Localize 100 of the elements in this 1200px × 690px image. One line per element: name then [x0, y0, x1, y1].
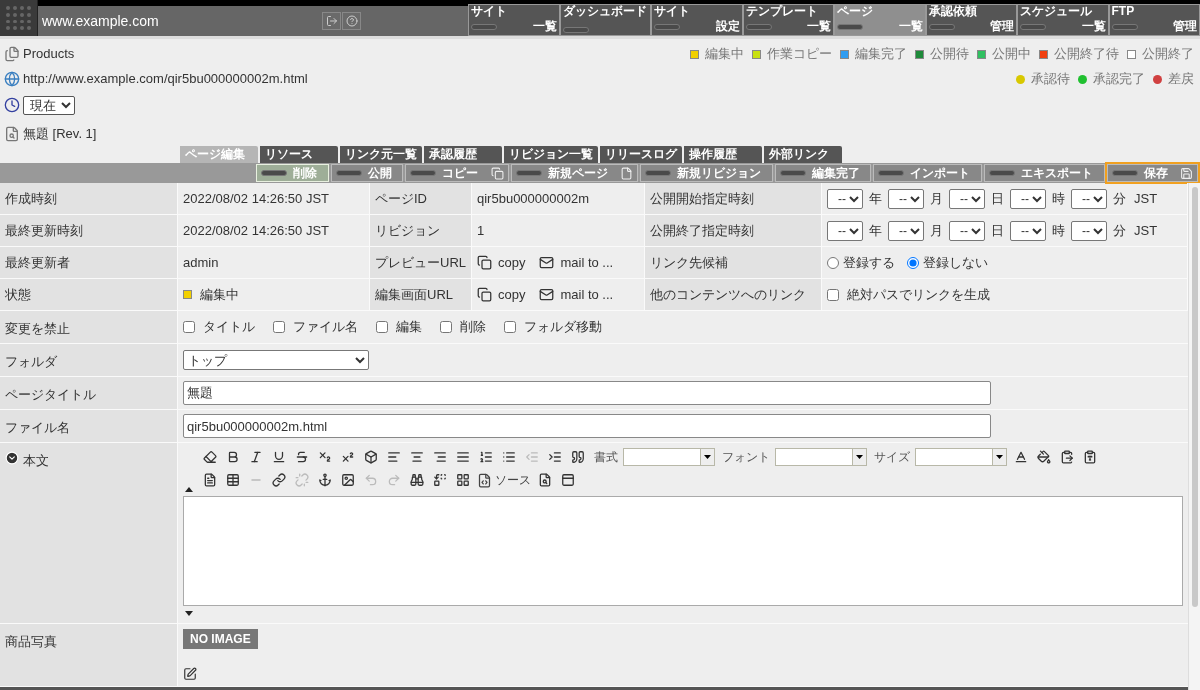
pill-icon [261, 170, 287, 176]
logout-button[interactable] [322, 12, 341, 30]
pill-icon [515, 170, 542, 176]
datetime-select[interactable]: -- [888, 220, 924, 241]
combo-label: サイズ [874, 449, 910, 466]
combo-label: フォント [722, 449, 770, 466]
template-icon[interactable] [559, 471, 577, 489]
datetime-select[interactable]: -- [827, 188, 863, 209]
datetime-select[interactable]: -- [888, 188, 924, 209]
field-label: 商品写真 [5, 633, 57, 651]
status-label: 公開終了待 [1054, 45, 1119, 64]
eraser-icon[interactable] [201, 448, 219, 466]
pill-icon [878, 170, 905, 176]
status-value: 編集中 [200, 285, 239, 304]
checkbox[interactable] [376, 321, 388, 333]
action-button[interactable]: 公開 [330, 164, 404, 182]
scrollbar[interactable] [1188, 183, 1200, 690]
checkbox[interactable] [440, 321, 452, 333]
datetime-select[interactable]: -- [1010, 188, 1046, 209]
field-label: 本文 [23, 452, 49, 470]
collapse-toolbar-icon[interactable] [185, 487, 193, 492]
radio-button[interactable] [907, 256, 919, 269]
cube-icon[interactable] [362, 448, 380, 466]
find-icon[interactable] [408, 471, 426, 489]
nav-menu-button[interactable]: サイト 一覧 [468, 4, 560, 36]
nav-menu-button[interactable]: FTP 管理 [1108, 4, 1200, 36]
pill-icon [645, 170, 672, 176]
text-input[interactable]: 無題 [183, 381, 991, 405]
datetime-unit: 月 [930, 189, 943, 208]
mail-link[interactable]: mail to ... [539, 252, 614, 273]
table-icon[interactable] [224, 471, 242, 489]
nav-menu-button[interactable]: スケジュール 一覧 [1017, 4, 1109, 36]
tab[interactable]: リリースログ [600, 146, 682, 163]
resize-down-icon[interactable] [185, 611, 193, 616]
source-button[interactable]: ソース [477, 471, 531, 489]
show-blocks-icon[interactable] [454, 471, 472, 489]
tab[interactable]: 外部リンク [764, 146, 842, 163]
datetime-select[interactable]: -- [1071, 188, 1107, 209]
image-icon[interactable] [339, 471, 357, 489]
datetime-select[interactable]: -- [949, 188, 985, 209]
version-select[interactable]: 現在 [23, 95, 75, 115]
nav-menu-button[interactable]: 承認依頼 管理 [925, 4, 1017, 36]
tab[interactable]: 操作履歴 [684, 146, 762, 163]
exit-icon [325, 15, 338, 27]
folder-select[interactable]: トップ [183, 350, 369, 370]
action-button[interactable]: コピー [405, 164, 509, 182]
action-button[interactable]: エキスポート [983, 164, 1105, 182]
pill-icon [837, 23, 863, 30]
status-label: 公開待 [930, 45, 969, 64]
datetime-select[interactable]: -- [1010, 220, 1046, 241]
copy-icon [477, 255, 492, 270]
pill-icon [779, 170, 806, 176]
copy-link[interactable]: copy [477, 284, 526, 305]
page-revision: 無題 [Rev. 1] [23, 125, 97, 144]
action-button[interactable]: 編集完了 [774, 164, 872, 182]
nav-menu-button[interactable]: サイト 設定 [651, 4, 743, 36]
tab[interactable]: リビジョン一覧 [504, 146, 598, 163]
copy-link[interactable]: copy [477, 252, 526, 273]
pill-icon [988, 170, 1015, 176]
quote-icon[interactable] [569, 448, 587, 466]
fill-color-icon[interactable] [1035, 448, 1053, 466]
tab[interactable]: リソース [260, 146, 338, 163]
expand-icon[interactable] [5, 451, 19, 465]
action-button[interactable]: 保存 [1106, 164, 1199, 182]
tab[interactable]: リンク元一覧 [340, 146, 422, 163]
text-input[interactable]: qir5bu000000002m.html [183, 414, 991, 438]
help-button[interactable] [342, 12, 361, 30]
nav-menu-button[interactable]: テンプレート 一覧 [742, 4, 834, 36]
nav-menu-button[interactable]: ダッシュボード [559, 4, 651, 36]
checkbox[interactable] [273, 321, 285, 333]
replace-icon[interactable] [431, 471, 449, 489]
copy-icon [490, 166, 504, 180]
checkbox[interactable] [504, 321, 516, 333]
approval-label: 承認待 [1031, 70, 1070, 89]
datetime-select[interactable]: -- [827, 220, 863, 241]
pill-icon [562, 27, 589, 33]
radio-button[interactable] [827, 256, 839, 269]
timezone-label: JST [1134, 221, 1158, 240]
field-label: リビジョン [370, 215, 472, 246]
logo-icon[interactable] [0, 0, 38, 36]
datetime-unit: 時 [1052, 189, 1065, 208]
edit-icon[interactable] [183, 667, 197, 681]
action-button[interactable]: インポート [873, 164, 982, 182]
field-label: フォルダ [5, 353, 57, 371]
datetime-select[interactable]: -- [1071, 220, 1107, 241]
field-label: 最終更新者 [0, 247, 178, 278]
anchor-icon[interactable] [316, 471, 334, 489]
datetime-unit: 日 [991, 189, 1004, 208]
action-button[interactable]: 新規リビジョン [640, 164, 773, 182]
field-label: 公開開始指定時刻 [645, 183, 822, 214]
checkbox[interactable] [183, 321, 195, 333]
pill-icon [410, 170, 437, 176]
action-button[interactable]: 新規ページ [510, 164, 639, 182]
page-search-icon [4, 126, 20, 142]
link-icon[interactable] [270, 471, 288, 489]
checkbox[interactable] [827, 288, 839, 301]
mail-link[interactable]: mail to ... [539, 284, 614, 305]
tab[interactable]: 承認履歴 [424, 146, 502, 163]
status-label: 編集中 [705, 45, 744, 64]
datetime-select[interactable]: -- [949, 220, 985, 241]
